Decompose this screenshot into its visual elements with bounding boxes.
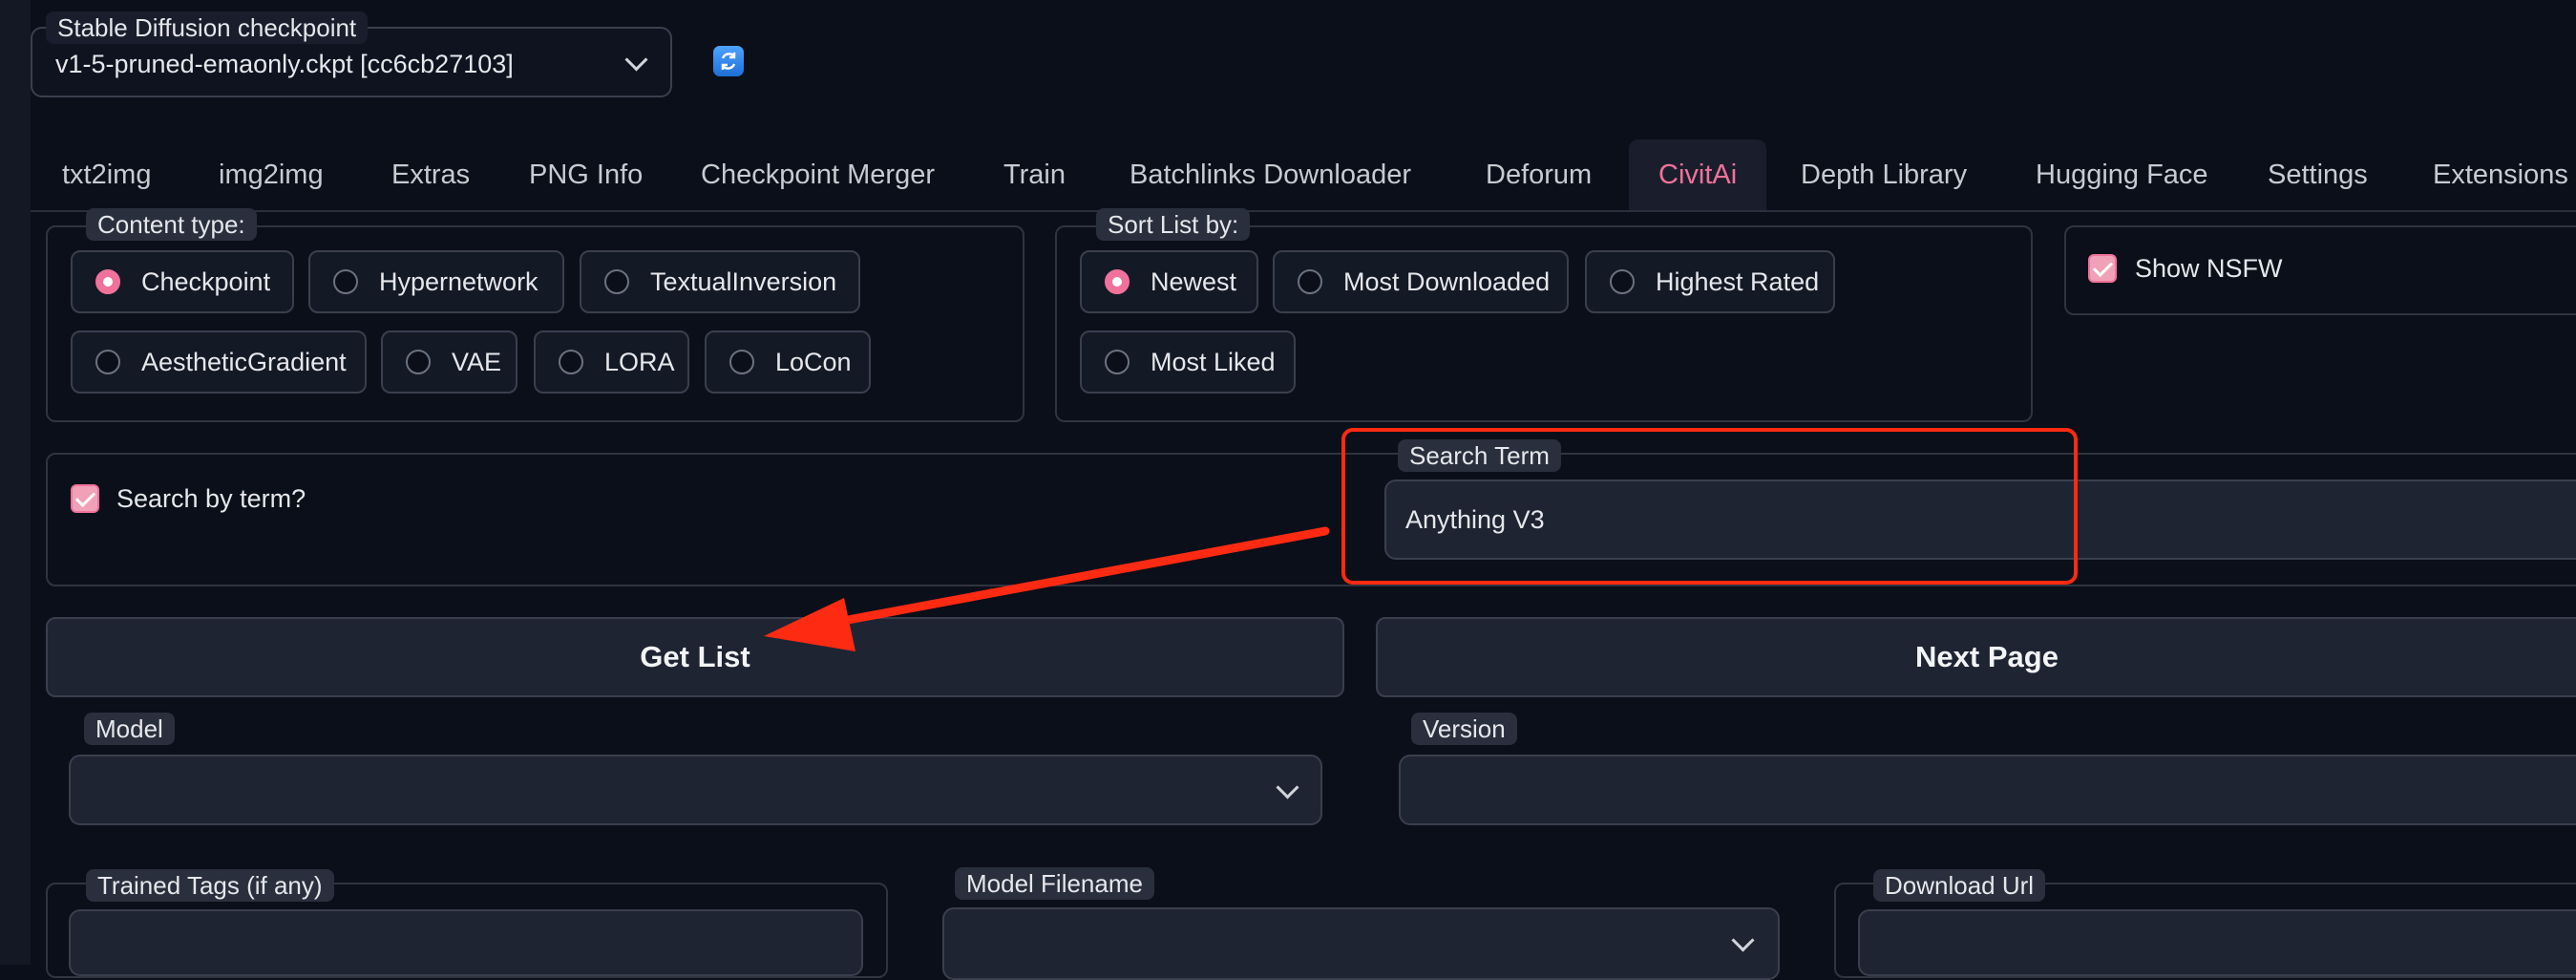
radio-label: TextualInversion	[650, 267, 837, 296]
radio-textualinversion[interactable]: TextualInversion	[580, 250, 860, 313]
tab-checkpoint-merger[interactable]: Checkpoint Merger	[671, 139, 964, 210]
content-type-label: Content type:	[86, 208, 257, 241]
radio-label: AestheticGradient	[141, 348, 347, 376]
radio-label: Checkpoint	[141, 267, 271, 296]
search-by-term-checkbox[interactable]	[71, 484, 99, 513]
model-dropdown[interactable]	[69, 755, 1322, 825]
tab-txt2img[interactable]: txt2img	[32, 139, 180, 210]
radio-icon	[729, 350, 754, 374]
radio-lora[interactable]: LORA	[534, 330, 689, 394]
tab-train[interactable]: Train	[974, 139, 1095, 210]
radio-label: LORA	[604, 348, 675, 376]
radio-aestheticgradient[interactable]: AestheticGradient	[71, 330, 367, 394]
sort-label: Sort List by:	[1096, 208, 1251, 241]
radio-label: Hypernetwork	[379, 267, 538, 296]
refresh-icon[interactable]	[713, 46, 744, 76]
version-label: Version	[1411, 713, 1517, 745]
chevron-down-icon	[1276, 776, 1299, 799]
tab-img2img[interactable]: img2img	[189, 139, 353, 210]
tab-png-info[interactable]: PNG Info	[499, 139, 672, 210]
tab-underline	[31, 210, 2576, 212]
radio-icon	[1610, 269, 1635, 294]
radio-icon	[1105, 350, 1130, 374]
left-scroll-strip	[0, 0, 31, 965]
radio-selected-icon	[95, 269, 120, 294]
get-list-button[interactable]: Get List	[46, 617, 1344, 697]
radio-label: VAE	[452, 348, 502, 376]
download-url-field[interactable]	[1858, 909, 2576, 976]
tab-extras[interactable]: Extras	[362, 139, 499, 210]
download-url-label: Download Url	[1873, 869, 2046, 902]
trained-tags-label: Trained Tags (if any)	[86, 869, 334, 902]
version-dropdown[interactable]	[1399, 755, 2576, 825]
radio-icon	[604, 269, 629, 294]
nsfw-checkbox[interactable]	[2088, 254, 2117, 283]
chevron-down-icon	[1731, 928, 1755, 952]
annotation-highlight-box	[1341, 428, 2078, 585]
radio-icon	[333, 269, 358, 294]
checkpoint-value: v1-5-pruned-emaonly.ckpt [cc6cb27103]	[55, 50, 514, 78]
radio-vae[interactable]: VAE	[381, 330, 517, 394]
tab-extensions[interactable]: Extensions	[2403, 139, 2576, 210]
radio-icon	[95, 350, 120, 374]
radio-most-downloaded[interactable]: Most Downloaded	[1273, 250, 1569, 313]
model-label: Model	[84, 713, 175, 745]
model-filename-label: Model Filename	[955, 867, 1154, 900]
radio-label: Most Liked	[1151, 348, 1276, 376]
nsfw-label: Show NSFW	[2135, 254, 2283, 283]
radio-newest[interactable]: Newest	[1080, 250, 1258, 313]
tab-hugging-face[interactable]: Hugging Face	[2006, 139, 2238, 210]
radio-label: LoCon	[775, 348, 852, 376]
trained-tags-field[interactable]	[69, 909, 863, 976]
radio-hypernetwork[interactable]: Hypernetwork	[308, 250, 564, 313]
radio-selected-icon	[1105, 269, 1130, 294]
model-filename-dropdown[interactable]	[942, 907, 1780, 980]
tab-batchlinks-downloader[interactable]: Batchlinks Downloader	[1100, 139, 1441, 210]
radio-label: Newest	[1151, 267, 1237, 296]
tab-settings[interactable]: Settings	[2238, 139, 2397, 210]
radio-label: Highest Rated	[1656, 267, 1820, 296]
search-by-term-label: Search by term?	[116, 484, 306, 513]
radio-label: Most Downloaded	[1343, 267, 1551, 296]
next-page-button[interactable]: Next Page	[1376, 617, 2576, 697]
radio-locon[interactable]: LoCon	[705, 330, 871, 394]
radio-icon	[1298, 269, 1322, 294]
tab-civitai[interactable]: CivitAi	[1629, 139, 1767, 210]
radio-most-liked[interactable]: Most Liked	[1080, 330, 1296, 394]
radio-icon	[406, 350, 431, 374]
checkpoint-label: Stable Diffusion checkpoint	[46, 11, 369, 44]
radio-checkpoint[interactable]: Checkpoint	[71, 250, 294, 313]
chevron-down-icon	[624, 48, 648, 72]
tab-depth-library[interactable]: Depth Library	[1771, 139, 1996, 210]
radio-highest-rated[interactable]: Highest Rated	[1585, 250, 1835, 313]
tab-deforum[interactable]: Deforum	[1456, 139, 1621, 210]
radio-icon	[559, 350, 583, 374]
